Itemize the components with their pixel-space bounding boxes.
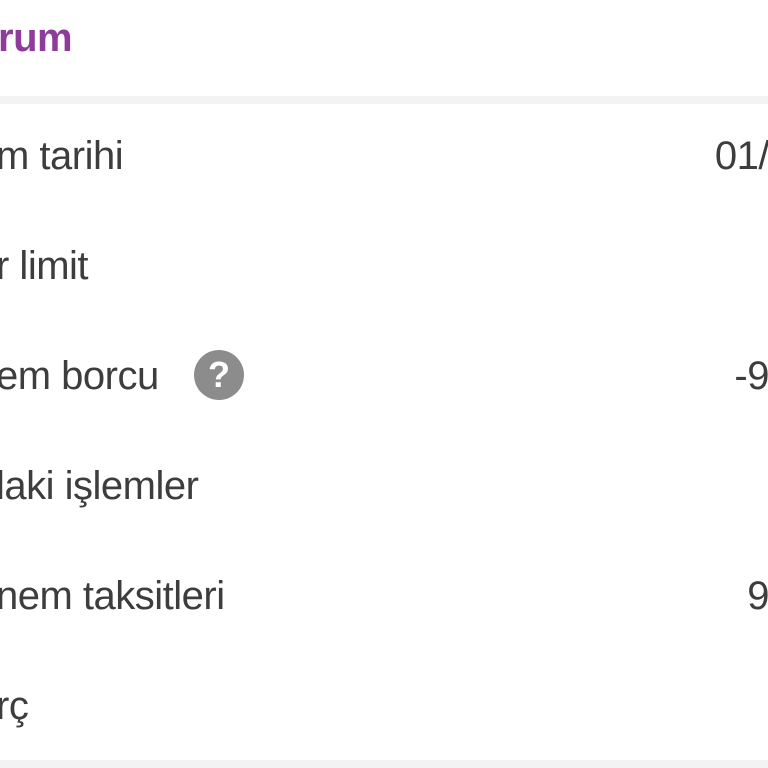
page-title: rum — [0, 16, 73, 60]
row-label: r limit — [0, 244, 89, 288]
row-value: 9 — [747, 574, 768, 618]
detail-row-date: m tarihi 01/ — [0, 104, 768, 214]
detail-row-expense: rç — [0, 654, 768, 764]
details-card: m tarihi 01/ r limit em borcu ? -9 laki … — [0, 104, 768, 760]
row-label: nem taksitleri — [0, 574, 225, 618]
question-mark-icon[interactable]: ? — [194, 350, 244, 400]
page: rum m tarihi 01/ r limit em borcu ? -9 l… — [0, 0, 768, 768]
row-value: 01/ — [714, 134, 768, 178]
header: rum — [0, 0, 768, 96]
detail-row-transactions: laki işlemler — [0, 434, 768, 544]
row-label: m tarihi — [0, 134, 124, 178]
row-label: rç — [0, 684, 29, 728]
detail-row-limit: r limit — [0, 214, 768, 324]
row-value: -9 — [734, 354, 768, 398]
row-label: em borcu — [0, 354, 159, 398]
row-label: laki işlemler — [0, 464, 199, 508]
detail-row-installments: nem taksitleri 9 — [0, 544, 768, 654]
detail-row-debt: em borcu ? -9 — [0, 324, 768, 434]
